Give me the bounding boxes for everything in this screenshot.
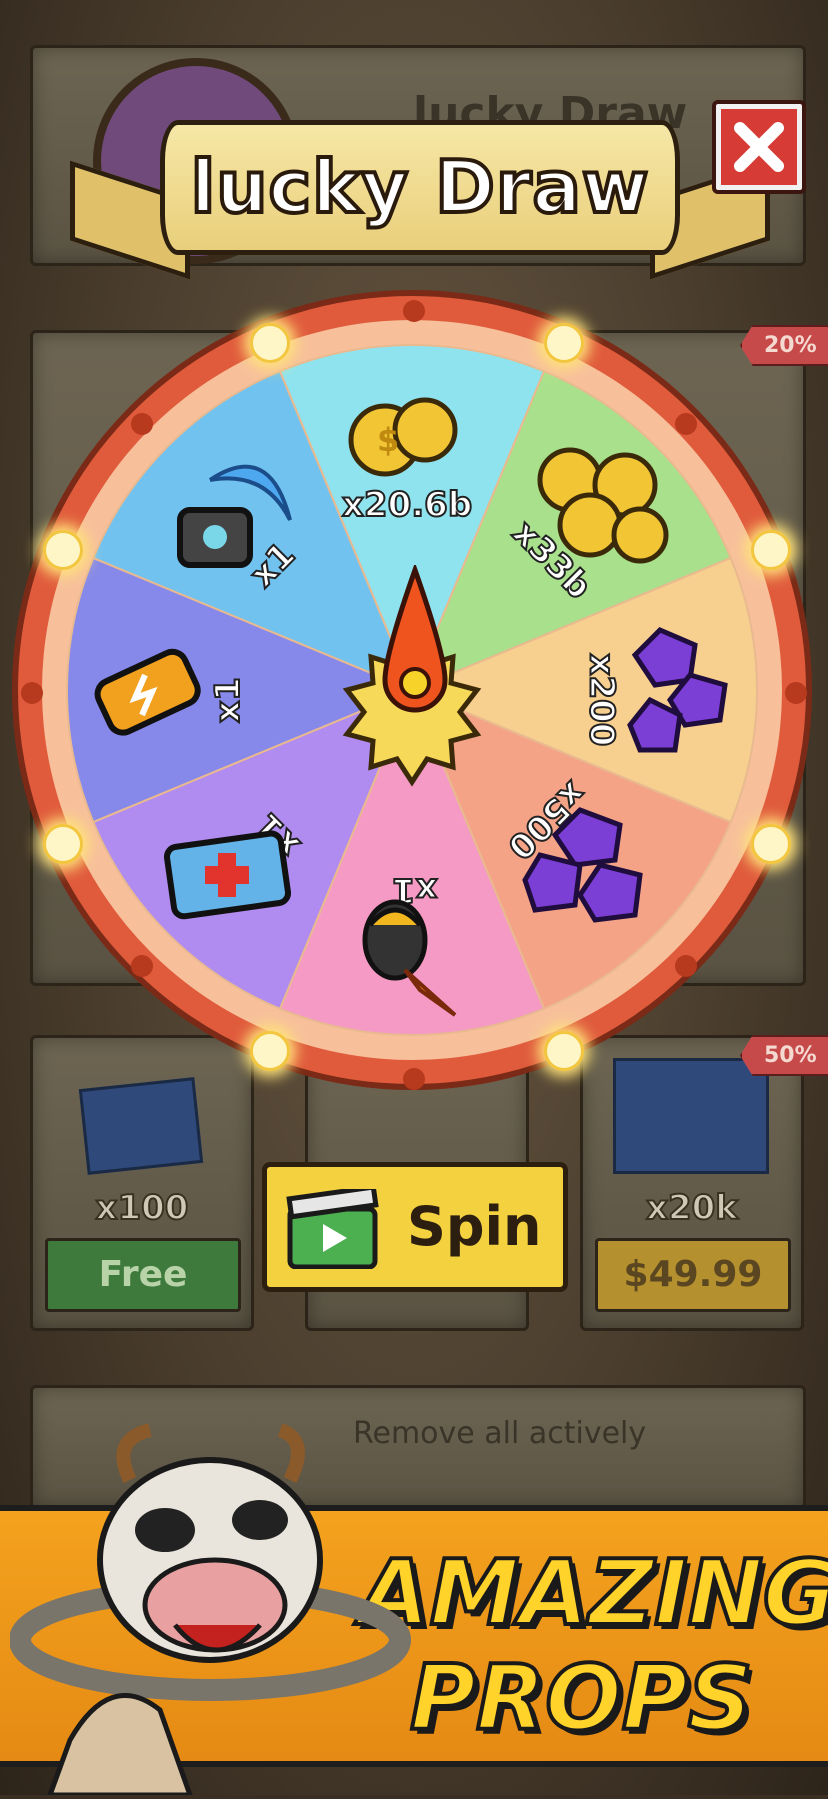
close-x-icon [734,122,784,172]
segment-label-gems: x200 [580,653,622,748]
card-stack-icon [613,1058,769,1174]
rim-bulb [250,323,290,363]
bg-item-card-3: x20k $49.99 [580,1035,804,1331]
purple-gems-icon [620,620,740,774]
rim-bulb [544,323,584,363]
gold-coin-pile-icon [520,440,670,574]
wheel-pointer [375,562,455,730]
boomerang-device-icon [170,440,310,584]
rim-stud [131,955,153,977]
rim-stud [675,413,697,435]
price-button[interactable]: $49.99 [595,1238,791,1312]
rim-stud [131,413,153,435]
item-count: x100 [95,1187,190,1229]
close-button[interactable] [712,100,806,194]
promo-line-2: PROPS [408,1644,755,1753]
free-button[interactable]: Free [45,1238,241,1312]
rim-bulb [43,530,83,570]
spin-label: Spin [407,1195,542,1258]
rim-stud [785,682,807,704]
title-banner: lucky Draw [160,120,680,255]
item-count: x20k [645,1187,739,1229]
rim-stud [403,1068,425,1090]
purple-gem-pile-icon [520,800,670,944]
promo-line-1: AMAZING [358,1539,828,1648]
rim-stud [403,300,425,322]
video-ad-icon [285,1184,385,1273]
rim-bulb [250,1031,290,1071]
battery-icon [90,640,215,754]
segment-label-coins: x20.6b [341,484,473,526]
popup-title: lucky Draw [189,143,651,231]
gold-coins-icon: $ [345,395,465,489]
bg-item-card-1: x100 Free [30,1035,254,1331]
rocket-icon [350,895,470,1029]
cow-monster-mascot [9,1410,430,1798]
rim-bulb [751,824,791,864]
card-pack-icon [78,1077,204,1175]
rim-bulb [43,824,83,864]
svg-text:$: $ [377,421,399,459]
rim-stud [675,955,697,977]
spin-button[interactable]: Spin [262,1162,568,1292]
rim-bulb [751,530,791,570]
medkit-icon [160,825,295,929]
rim-stud [21,682,43,704]
rim-bulb [544,1031,584,1071]
